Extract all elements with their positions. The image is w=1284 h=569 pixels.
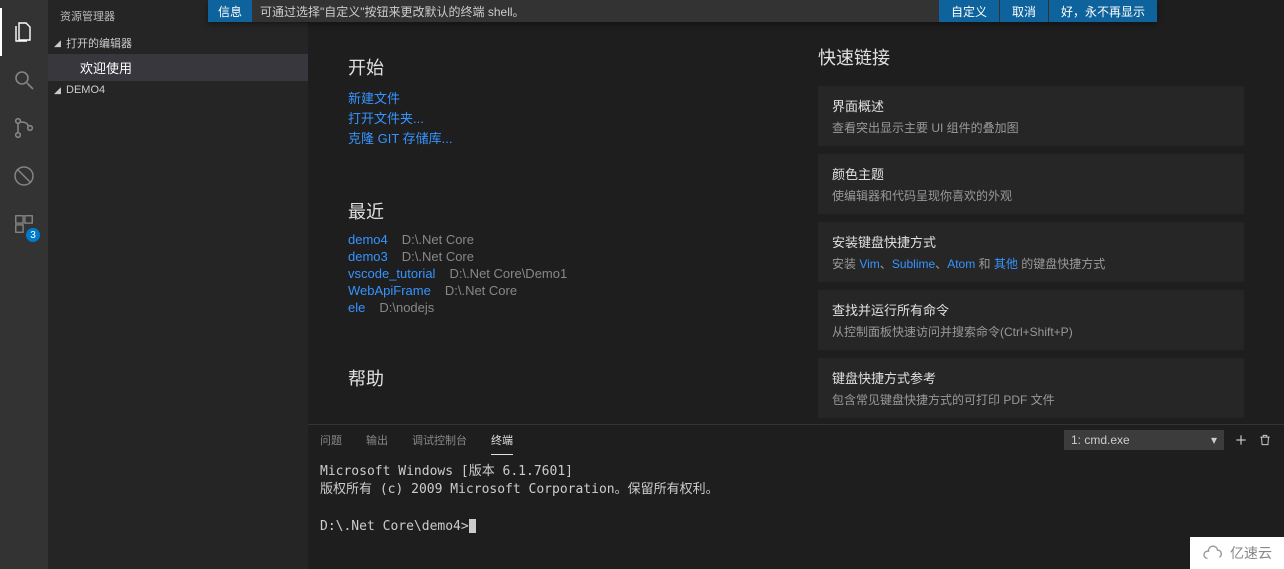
start-heading: 开始 bbox=[348, 54, 818, 80]
chevron-down-icon: ◢ bbox=[54, 38, 66, 49]
notification-actions: 自定义 取消 好，永不再显示 bbox=[938, 0, 1157, 22]
help-heading: 帮助 bbox=[348, 365, 818, 391]
notif-cancel-button[interactable]: 取消 bbox=[1000, 0, 1048, 22]
plus-icon bbox=[1234, 433, 1248, 447]
cloud-icon bbox=[1202, 545, 1224, 561]
link-clone-git[interactable]: 克隆 GIT 存储库... bbox=[348, 128, 453, 147]
activity-explorer[interactable] bbox=[0, 8, 48, 56]
new-terminal-button[interactable] bbox=[1234, 433, 1248, 447]
recent-item[interactable]: demo3D:\.Net Core bbox=[348, 249, 818, 264]
folder-header[interactable]: ◢ DEMO4 bbox=[48, 81, 308, 99]
activity-search[interactable] bbox=[0, 56, 48, 104]
watermark: 亿速云 bbox=[1190, 537, 1284, 569]
activity-extensions[interactable]: 3 bbox=[0, 200, 48, 248]
bug-icon bbox=[12, 164, 36, 188]
git-icon bbox=[12, 116, 36, 140]
terminal-output[interactable]: Microsoft Windows [版本 6.1.7601] 版权所有 (c)… bbox=[308, 455, 1284, 544]
activity-source-control[interactable] bbox=[0, 104, 48, 152]
notification-badge: 信息 bbox=[208, 0, 252, 22]
chevron-down-icon: ▾ bbox=[1211, 433, 1217, 447]
recent-item[interactable]: eleD:\nodejs bbox=[348, 300, 818, 315]
welcome-page: 开始 新建文件 打开文件夹... 克隆 GIT 存储库... 最近 demo4D… bbox=[308, 24, 1284, 424]
terminal-cursor bbox=[469, 519, 476, 533]
tab-terminal[interactable]: 终端 bbox=[491, 426, 513, 455]
activity-debug[interactable] bbox=[0, 152, 48, 200]
card-color-theme[interactable]: 颜色主题 使编辑器和代码呈现你喜欢的外观 bbox=[818, 154, 1244, 214]
open-editors-header[interactable]: ◢ 打开的编辑器 bbox=[48, 32, 308, 54]
notification-text: 可通过选择"自定义"按钮来更改默认的终端 shell。 bbox=[252, 3, 525, 20]
terminal-selector[interactable]: 1: cmd.exe▾ bbox=[1064, 430, 1224, 450]
welcome-left-column: 开始 新建文件 打开文件夹... 克隆 GIT 存储库... 最近 demo4D… bbox=[348, 44, 818, 404]
extensions-badge: 3 bbox=[26, 228, 40, 242]
notif-customize-button[interactable]: 自定义 bbox=[939, 0, 999, 22]
bottom-panel: 问题 输出 调试控制台 终端 1: cmd.exe▾ Microsoft Win… bbox=[308, 424, 1284, 569]
tab-output[interactable]: 输出 bbox=[366, 426, 388, 454]
link-new-file[interactable]: 新建文件 bbox=[348, 88, 400, 107]
link-open-folder[interactable]: 打开文件夹... bbox=[348, 108, 424, 127]
card-keyboard-reference[interactable]: 键盘快捷方式参考 包含常见键盘快捷方式的可打印 PDF 文件 bbox=[818, 358, 1244, 418]
folder-name-label: DEMO4 bbox=[66, 84, 105, 96]
panel-tabs: 问题 输出 调试控制台 终端 1: cmd.exe▾ bbox=[308, 425, 1284, 455]
trash-icon bbox=[1258, 433, 1272, 447]
notification-bar: 信息 可通过选择"自定义"按钮来更改默认的终端 shell。 自定义 取消 好，… bbox=[208, 0, 1157, 22]
quick-links-heading: 快速链接 bbox=[818, 44, 1244, 70]
sidebar-explorer: 资源管理器 ◢ 打开的编辑器 欢迎使用 ◢ DEMO4 bbox=[48, 0, 308, 569]
recent-item[interactable]: demo4D:\.Net Core bbox=[348, 232, 818, 247]
tab-problems[interactable]: 问题 bbox=[320, 426, 342, 454]
kill-terminal-button[interactable] bbox=[1258, 433, 1272, 447]
chevron-down-icon: ◢ bbox=[54, 85, 66, 96]
recent-item[interactable]: vscode_tutorialD:\.Net Core\Demo1 bbox=[348, 266, 818, 281]
recent-heading: 最近 bbox=[348, 198, 818, 224]
card-interface-overview[interactable]: 界面概述 查看突出显示主要 UI 组件的叠加图 bbox=[818, 86, 1244, 146]
welcome-right-column: 快速链接 界面概述 查看突出显示主要 UI 组件的叠加图 颜色主题 使编辑器和代… bbox=[818, 44, 1244, 404]
card-keymap-extensions[interactable]: 安装键盘快捷方式 安装 Vim、Sublime、Atom 和 其他 的键盘快捷方… bbox=[818, 222, 1244, 282]
notif-dismiss-button[interactable]: 好，永不再显示 bbox=[1049, 0, 1157, 22]
open-editors-label: 打开的编辑器 bbox=[66, 35, 132, 51]
search-icon bbox=[12, 68, 36, 92]
open-editor-welcome[interactable]: 欢迎使用 bbox=[48, 54, 308, 81]
files-icon bbox=[12, 20, 36, 44]
recent-item[interactable]: WebApiFrameD:\.Net Core bbox=[348, 283, 818, 298]
card-command-palette[interactable]: 查找并运行所有命令 从控制面板快速访问并搜索命令(Ctrl+Shift+P) bbox=[818, 290, 1244, 350]
tab-debug-console[interactable]: 调试控制台 bbox=[412, 426, 467, 454]
activity-bar: 3 bbox=[0, 0, 48, 569]
